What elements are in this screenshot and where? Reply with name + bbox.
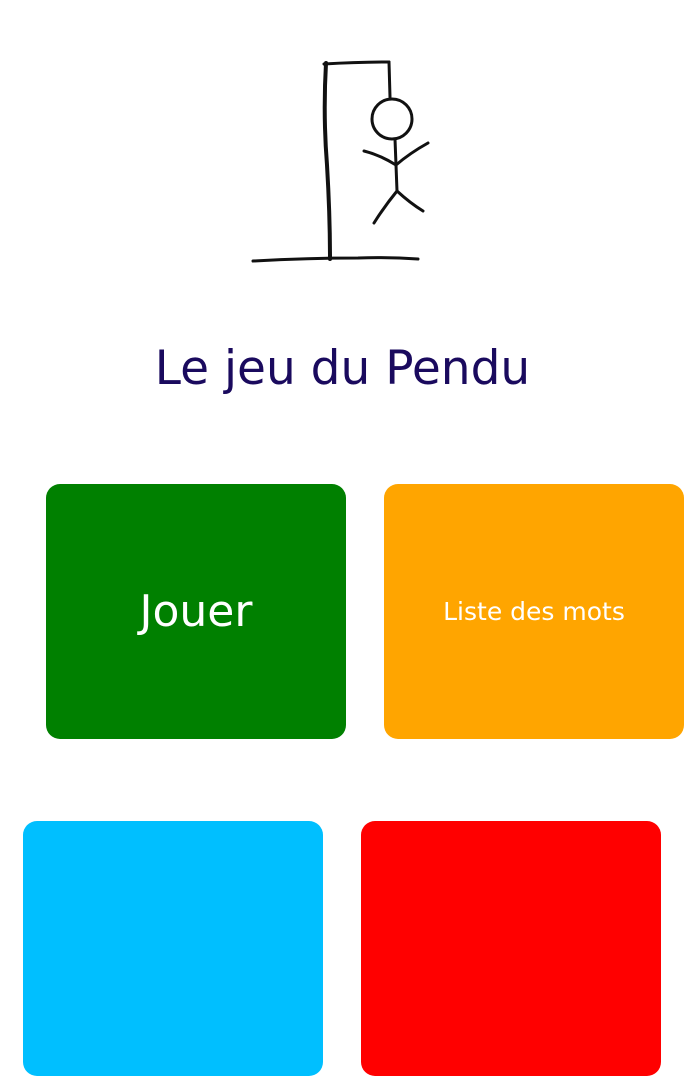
word-list-button[interactable]: Liste des mots (384, 484, 684, 739)
blue-menu-button[interactable] (23, 821, 323, 1076)
page-title: Le jeu du Pendu (154, 341, 531, 396)
red-menu-button[interactable] (361, 821, 661, 1076)
play-button[interactable]: Jouer (46, 484, 346, 739)
word-list-button-label: Liste des mots (443, 597, 625, 626)
play-button-label: Jouer (139, 586, 253, 637)
hangman-logo-icon (248, 55, 438, 270)
